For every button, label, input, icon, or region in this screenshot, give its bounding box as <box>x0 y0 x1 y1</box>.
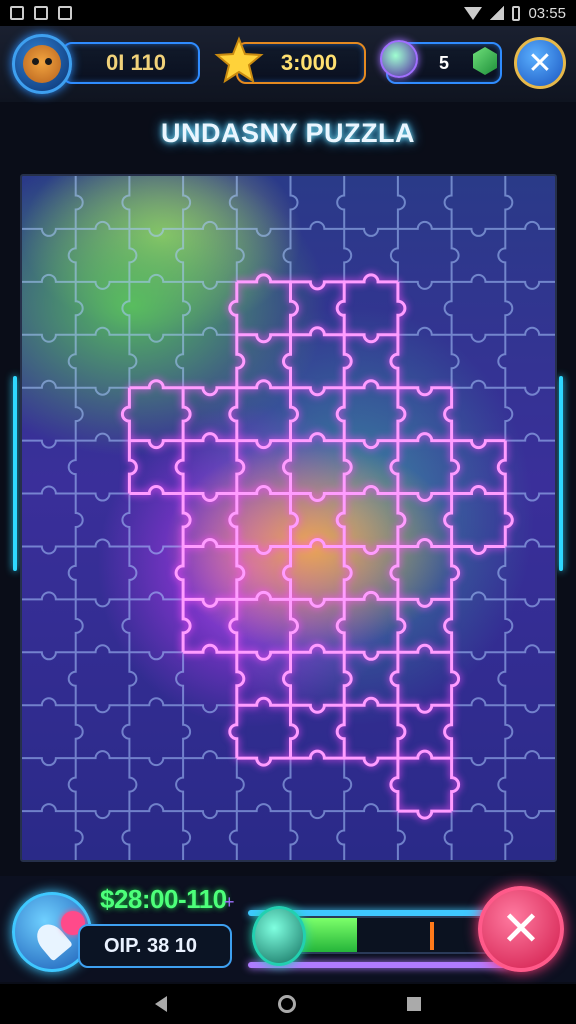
notification-icon <box>10 6 24 20</box>
left-edge-glow <box>13 376 17 571</box>
wifi-icon <box>464 6 483 20</box>
close-button[interactable]: ✕ <box>514 37 566 89</box>
bottom-hud: $28:00-110 + OIP. 38 10 ✕ <box>0 876 576 982</box>
score-panel: 0I 110 <box>62 42 200 84</box>
progress-marker <box>430 922 434 950</box>
timer-value: 3:000 <box>280 50 338 75</box>
puzzle-board[interactable] <box>20 174 557 862</box>
navigation-bar <box>0 984 576 1024</box>
sub-value-panel: OIP. 38 10 <box>78 924 232 968</box>
gems-value: 5 <box>438 52 449 73</box>
money-value: $28:00-110 <box>100 884 227 914</box>
avatar-face-icon <box>23 45 61 83</box>
back-icon[interactable] <box>155 996 168 1012</box>
cancel-button[interactable]: ✕ <box>478 886 564 972</box>
right-edge-glow <box>559 376 563 571</box>
gem-orb-icon <box>380 40 418 78</box>
home-icon[interactable] <box>277 995 296 1013</box>
signal-icon <box>490 6 505 20</box>
status-bar: 03:55 <box>0 0 576 26</box>
score-value: 0I 110 <box>106 50 166 75</box>
close-icon: ✕ <box>527 46 553 80</box>
notification-icon <box>34 6 48 20</box>
potion-icon[interactable] <box>252 906 306 966</box>
recents-icon[interactable] <box>406 997 421 1011</box>
player-avatar[interactable] <box>12 34 72 94</box>
notification-icon <box>58 6 72 20</box>
sub-value: OIP. 38 10 <box>104 934 198 957</box>
top-hud: 0I 110 3:000 5 ✕ <box>0 26 576 102</box>
close-icon: ✕ <box>500 903 542 956</box>
star-icon <box>214 36 264 84</box>
battery-icon <box>512 5 521 21</box>
puzzle-title: UNDASNY PUZZLA <box>160 118 415 148</box>
puzzle-piece-grid[interactable] <box>22 176 557 862</box>
status-time: 03:55 <box>528 4 566 22</box>
plus-icon[interactable]: + <box>224 892 235 913</box>
